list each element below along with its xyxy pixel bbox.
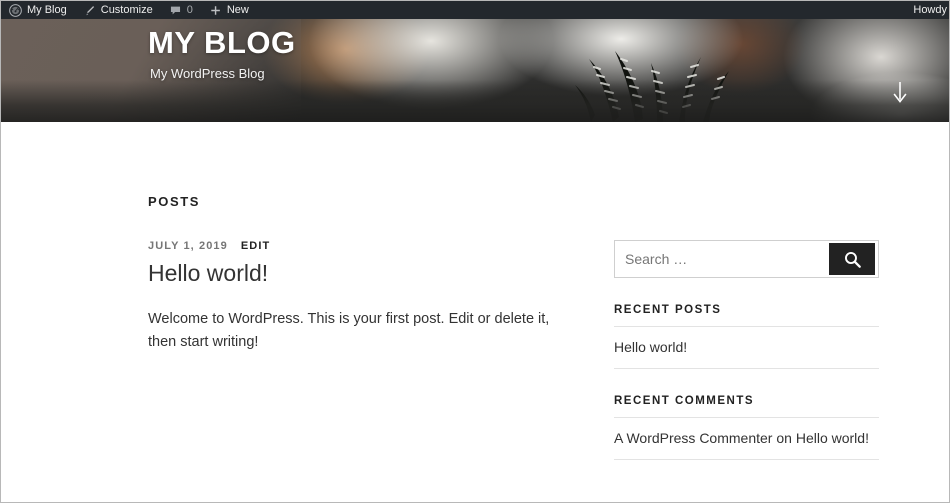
adminbar-site-name-label: My Blog xyxy=(27,3,67,16)
recent-comments-list: A WordPress Commenter on Hello world! xyxy=(614,416,879,460)
browser-page: My Blog Customize 0 New Howdy MY BLOG My… xyxy=(0,0,950,503)
sidebar: RECENT POSTS Hello world! RECENT COMMENT… xyxy=(614,240,879,460)
widget-title-recent-comments: RECENT COMMENTS xyxy=(614,394,755,407)
search-form xyxy=(614,240,879,278)
post-edit-link[interactable]: EDIT xyxy=(241,240,270,252)
wp-admin-bar: My Blog Customize 0 New Howdy xyxy=(1,1,949,19)
wordpress-logo-icon xyxy=(9,3,22,17)
recent-posts-widget: RECENT POSTS Hello world! xyxy=(614,304,879,369)
comment-bubble-icon xyxy=(169,4,182,17)
post-meta: JULY 1, 2019 EDIT xyxy=(148,240,563,252)
adminbar-new-content[interactable]: New xyxy=(201,1,257,19)
header-image-bottom-gradient xyxy=(1,80,949,122)
arrow-down-icon[interactable] xyxy=(890,81,910,105)
adminbar-site-name[interactable]: My Blog xyxy=(1,1,75,19)
widget-title-recent-posts: RECENT POSTS xyxy=(614,304,722,316)
search-submit-button[interactable] xyxy=(829,243,875,275)
adminbar-customize-label: Customize xyxy=(100,3,153,16)
search-icon xyxy=(843,250,862,269)
paintbrush-icon xyxy=(83,4,96,17)
search-input[interactable] xyxy=(615,241,829,277)
comment-post-link[interactable]: Hello world! xyxy=(796,430,869,446)
site-branding: MY BLOG My WordPress Blog xyxy=(148,26,296,81)
post-article: JULY 1, 2019 EDIT Hello world! Welcome t… xyxy=(148,240,563,355)
site-tagline: My WordPress Blog xyxy=(150,65,265,81)
search-widget xyxy=(614,240,879,278)
adminbar-customize[interactable]: Customize xyxy=(75,1,161,19)
post-date: JULY 1, 2019 xyxy=(148,240,228,252)
post-excerpt: Welcome to WordPress. This is your first… xyxy=(148,310,550,351)
recent-post-link[interactable]: Hello world! xyxy=(614,339,687,355)
post-title-link[interactable]: Hello world! xyxy=(148,260,268,286)
comment-author-link[interactable]: A WordPress Commenter xyxy=(614,430,772,446)
recent-posts-list: Hello world! xyxy=(614,326,879,369)
adminbar-comment-count: 0 xyxy=(186,4,193,16)
list-item: Hello world! xyxy=(614,326,879,369)
page-title: POSTS xyxy=(148,194,201,209)
list-item: A WordPress Commenter on Hello world! xyxy=(614,416,879,460)
post-title: Hello world! xyxy=(148,259,563,288)
site-header: MY BLOG My WordPress Blog xyxy=(1,19,949,122)
site-content: POSTS JULY 1, 2019 EDIT Hello world! Wel… xyxy=(1,122,949,502)
adminbar-howdy[interactable]: Howdy xyxy=(913,4,949,16)
site-title[interactable]: MY BLOG xyxy=(148,26,296,60)
main-column: JULY 1, 2019 EDIT Hello world! Welcome t… xyxy=(148,240,563,355)
plus-icon xyxy=(209,4,222,17)
adminbar-comments[interactable]: 0 xyxy=(161,1,201,19)
comment-separator: on xyxy=(772,429,796,446)
recent-comments-widget: RECENT COMMENTS A WordPress Commenter on… xyxy=(614,395,879,460)
adminbar-new-label: New xyxy=(226,3,249,16)
